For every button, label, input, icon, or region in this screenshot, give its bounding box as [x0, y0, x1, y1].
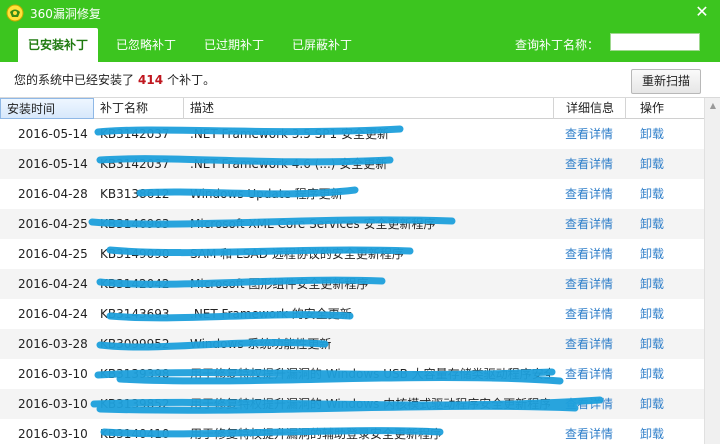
- uninstall-link[interactable]: 卸载: [640, 419, 670, 444]
- install-date: 2016-05-14: [18, 127, 88, 141]
- view-detail-link[interactable]: 查看详情: [565, 269, 621, 299]
- title-header: 360漏洞修复 ✕ 已安装补丁 已忽略补丁 已过期补丁 已屏蔽补丁 查询补丁名称…: [0, 0, 720, 62]
- table-row[interactable]: 2016-05-14 KB3142037 .NET Framework 4.6 …: [0, 149, 704, 179]
- tab-bar: 已安装补丁 已忽略补丁 已过期补丁 已屏蔽补丁: [18, 28, 370, 62]
- column-detail[interactable]: 详细信息: [560, 98, 626, 119]
- column-description[interactable]: 描述: [184, 98, 554, 119]
- patch-name: KB3138612: [100, 187, 170, 201]
- patch-description: Microsoft XML Core Services 安全更新程序: [190, 217, 436, 231]
- install-date: 2016-03-10: [18, 397, 88, 411]
- view-detail-link[interactable]: 查看详情: [565, 389, 621, 419]
- patch-description: SAM 和 LSAD 远程协议的安全更新程序: [190, 247, 404, 261]
- table-header: 安装时间 补丁名称 描述 详细信息 操作: [0, 98, 704, 119]
- tab-ignored[interactable]: 已忽略补丁: [106, 28, 186, 62]
- patch-description: .NET Framework 4.6 (...) 安全更新: [190, 157, 388, 171]
- vertical-scrollbar[interactable]: ▲: [704, 98, 720, 444]
- patch-description: .NET Framework 3.5 SP1 安全更新: [190, 127, 389, 141]
- patch-name: KB3139852: [100, 397, 170, 411]
- install-date: 2016-04-24: [18, 307, 88, 321]
- install-date: 2016-03-10: [18, 367, 88, 381]
- uninstall-link[interactable]: 卸载: [640, 149, 670, 179]
- column-action[interactable]: 操作: [634, 98, 704, 119]
- view-detail-link[interactable]: 查看详情: [565, 419, 621, 444]
- install-date: 2016-04-25: [18, 217, 88, 231]
- view-detail-link[interactable]: 查看详情: [565, 359, 621, 389]
- table-row[interactable]: 2016-04-24 KB3142042 Microsoft 图形组件安全更新程…: [0, 269, 704, 299]
- uninstall-link[interactable]: 卸载: [640, 329, 670, 359]
- tab-expired[interactable]: 已过期补丁: [194, 28, 274, 62]
- shield-logo-icon: [6, 4, 24, 22]
- install-date: 2016-04-28: [18, 187, 88, 201]
- install-date: 2016-03-10: [18, 427, 88, 441]
- patch-name: KB3146963: [100, 217, 170, 231]
- uninstall-link[interactable]: 卸载: [640, 359, 670, 389]
- uninstall-link[interactable]: 卸载: [640, 119, 670, 149]
- view-detail-link[interactable]: 查看详情: [565, 179, 621, 209]
- search-input[interactable]: [610, 33, 700, 51]
- installed-count: 414: [138, 73, 164, 87]
- patch-description: Windows Update 程序更新: [190, 187, 343, 201]
- install-date: 2016-04-25: [18, 247, 88, 261]
- tab-blocked[interactable]: 已屏蔽补丁: [282, 28, 362, 62]
- uninstall-link[interactable]: 卸载: [640, 389, 670, 419]
- scroll-up-icon[interactable]: ▲: [705, 98, 720, 114]
- uninstall-link[interactable]: 卸载: [640, 269, 670, 299]
- patch-name: KB3149090: [100, 247, 170, 261]
- view-detail-link[interactable]: 查看详情: [565, 329, 621, 359]
- patch-name: KB3143693: [100, 307, 170, 321]
- column-patch-name[interactable]: 补丁名称: [94, 98, 184, 119]
- patch-description: 用于修复特权提升漏洞的 Windows USB 大容量存储类驱动程序安全更新: [190, 367, 550, 381]
- install-date: 2016-05-14: [18, 157, 88, 171]
- view-detail-link[interactable]: 查看详情: [565, 149, 621, 179]
- install-date: 2016-03-28: [18, 337, 88, 351]
- patch-name: KB3099952: [100, 337, 170, 351]
- table-row[interactable]: 2016-05-14 KB3142037 .NET Framework 3.5 …: [0, 119, 704, 149]
- patch-description: .NET Framework 的安全更新: [190, 307, 352, 321]
- table-row[interactable]: 2016-04-25 KB3149090 SAM 和 LSAD 远程协议的安全更…: [0, 239, 704, 269]
- patch-description: Windows 系统功能性更新: [190, 337, 332, 351]
- patch-description: 用于修复特权提升漏洞的辅助登录安全更新程序: [190, 427, 443, 441]
- view-detail-link[interactable]: 查看详情: [565, 209, 621, 239]
- status-prefix: 您的系统中已经安装了: [14, 73, 135, 87]
- patch-table: 安装时间 补丁名称 描述 详细信息 操作 2016-05-14 KB314203…: [0, 97, 720, 444]
- table-row[interactable]: 2016-04-24 KB3143693 .NET Framework 的安全更…: [0, 299, 704, 329]
- uninstall-link[interactable]: 卸载: [640, 239, 670, 269]
- title-bar: 360漏洞修复 ✕: [0, 0, 720, 26]
- uninstall-link[interactable]: 卸载: [640, 299, 670, 329]
- view-detail-link[interactable]: 查看详情: [565, 119, 621, 149]
- table-row[interactable]: 2016-04-28 KB3138612 Windows Update 程序更新…: [0, 179, 704, 209]
- patch-name: KB3140410: [100, 427, 170, 441]
- search-label: 查询补丁名称：: [515, 38, 600, 52]
- tab-installed[interactable]: 已安装补丁: [18, 28, 99, 62]
- patch-name: KB3139398: [100, 367, 170, 381]
- patch-name: KB3142042: [100, 277, 170, 291]
- view-detail-link[interactable]: 查看详情: [565, 299, 621, 329]
- uninstall-link[interactable]: 卸载: [640, 179, 670, 209]
- rescan-button[interactable]: 重新扫描: [631, 69, 701, 94]
- patch-description: Microsoft 图形组件安全更新程序: [190, 277, 369, 291]
- table-row[interactable]: 2016-03-28 KB3099952 Windows 系统功能性更新 查看详…: [0, 329, 704, 359]
- status-text: 您的系统中已经安装了 414 个补丁。: [14, 71, 215, 88]
- app-title: 360漏洞修复: [30, 7, 101, 21]
- patch-name: KB3142037: [100, 157, 170, 171]
- patch-description: 用于修复特权提升漏洞的 Windows 内核模式驱动程序安全更新程序: [190, 397, 550, 411]
- view-detail-link[interactable]: 查看详情: [565, 239, 621, 269]
- column-install-time[interactable]: 安装时间: [0, 98, 94, 119]
- close-icon[interactable]: ✕: [692, 2, 712, 22]
- install-date: 2016-04-24: [18, 277, 88, 291]
- table-row[interactable]: 2016-03-10 KB3140410 用于修复特权提升漏洞的辅助登录安全更新…: [0, 419, 704, 444]
- patch-name: KB3142037: [100, 127, 170, 141]
- table-row[interactable]: 2016-03-10 KB3139852 用于修复特权提升漏洞的 Windows…: [0, 389, 704, 419]
- table-row[interactable]: 2016-03-10 KB3139398 用于修复特权提升漏洞的 Windows…: [0, 359, 704, 389]
- status-suffix: 个补丁。: [167, 73, 216, 87]
- table-row[interactable]: 2016-04-25 KB3146963 Microsoft XML Core …: [0, 209, 704, 239]
- uninstall-link[interactable]: 卸载: [640, 209, 670, 239]
